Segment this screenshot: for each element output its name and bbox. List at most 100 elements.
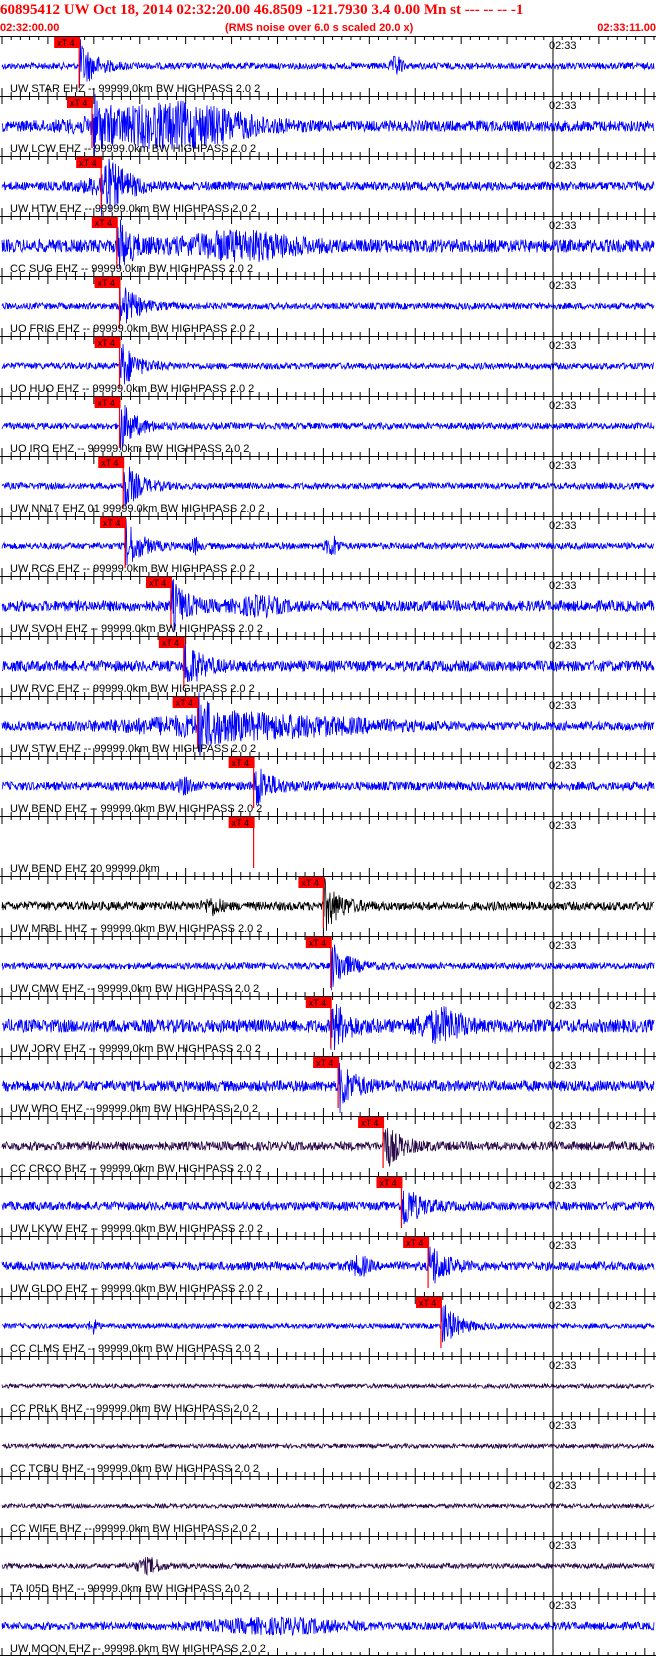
waveform-trace: [1, 1556, 655, 1576]
pick-label: xT 4: [98, 398, 115, 408]
station-label: UW BEND EHZ -- 99999.0km BW HIGHPASS 2.0…: [10, 803, 262, 815]
station-label: UW SVOH EHZ -- 99999.0km BW HIGHPASS 2.0…: [10, 623, 263, 635]
trace-panel: 02:33 xT 4 UW RVC EHZ -- 99999.0km BW HIGH…: [0, 636, 656, 696]
waveform-trace: [1, 768, 655, 806]
rms-note: (RMS noise over 6.0 s scaled 20.0 x): [225, 22, 414, 34]
pick-label: xT 4: [98, 338, 115, 348]
trace-panel: 02:33 xT 4 UW LCW EHZ -- 99999.0km BW HIGH…: [0, 93, 656, 159]
pick-label: xT 4: [149, 578, 166, 588]
minute-marker-label: 02:33: [549, 160, 577, 172]
pick-label: xT 4: [101, 458, 118, 468]
pick-label: xT 4: [79, 158, 96, 168]
minute-marker-label: 02:33: [549, 820, 577, 832]
trace-panel: 02:33 xT 4 UW NN17 EHZ 01 99999.0km BW HIG…: [0, 456, 656, 516]
trace-panel: 02:33 xT 4 UW BEND EHZ -- 99999.0km BW HIG…: [0, 756, 656, 816]
station-label: UW CMW EHZ -- 99999.0km BW HIGHPASS 2.0 …: [10, 983, 259, 995]
station-label: UW LKVW EHZ -- 99999.0km BW HIGHPASS 2.0…: [10, 1223, 263, 1235]
trace-panel: 02:33 UW MOON EHZ -- 99998.0km BW HIGHPAS…: [0, 1596, 656, 1656]
trace-panel: 02:33 xT 4 UW STW EHZ -- 99999.0km BW HIGH…: [0, 692, 656, 757]
pick-label: xT 4: [103, 518, 120, 528]
trace-panel: 02:33 xT 4 UW STAR EHZ -- 99999.0km BW HIG…: [0, 36, 656, 96]
minute-marker-label: 02:33: [549, 700, 577, 712]
trace-panel: 02:33 xT 4 UW RCS EHZ -- 99999.0km BW HIGH…: [0, 516, 656, 576]
minute-marker-label: 02:33: [549, 880, 577, 892]
trace-panel: 02:33 xT 4 CC SUG EHZ -- 99999.0km BW HIGH…: [0, 216, 656, 276]
minute-marker-label: 02:33: [549, 40, 577, 52]
station-label: CC CRCO BHZ -- 99999.0km BW HIGHPASS 2.0…: [10, 1163, 262, 1175]
pick-label: xT 4: [309, 938, 326, 948]
station-label: UW LCW EHZ -- 99999.0km BW HIGHPASS 2.0 …: [10, 143, 256, 155]
minute-marker-label: 02:33: [549, 1420, 577, 1432]
minute-marker-label: 02:33: [549, 1180, 577, 1192]
pick-label: xT 4: [232, 758, 249, 768]
station-label: UW RVC EHZ -- 99999.0km BW HIGHPASS 2.0 …: [10, 683, 255, 695]
waveform-trace: [1, 1616, 655, 1637]
waveform-trace: [1, 1502, 655, 1510]
pick-label: xT 4: [98, 278, 115, 288]
trace-panel: 02:33 xT 4 UO IRO EHZ -- 99999.0km BW HIGH…: [0, 396, 656, 456]
pick-label: xT 4: [162, 638, 179, 648]
trace-panel: 02:33 xT 4 UW SVOH EHZ -- 99999.0km BW HIG…: [0, 576, 656, 636]
station-label: UW JORV EHZ -- 99999.0km BW HIGHPASS 2.0…: [10, 1043, 261, 1055]
trace-panel: 02:33 CC PRLK BHZ -- 99999.0km BW HIGHPAS…: [0, 1356, 656, 1416]
pick-label: xT 4: [309, 998, 326, 1008]
minute-marker-label: 02:33: [549, 520, 577, 532]
station-label: UW STAR EHZ -- 99999.0km BW HIGHPASS 2.0…: [10, 83, 260, 95]
trace-panel: 02:33 xT 4 UW GLDO EHZ -- 99999.0km BW HIG…: [0, 1236, 656, 1296]
minute-marker-label: 02:33: [549, 1060, 577, 1072]
minute-marker-label: 02:33: [549, 1480, 577, 1492]
trace-panel: 02:33 xT 4 UO HUO EHZ -- 99999.0km BW HIGH…: [0, 336, 656, 396]
end-time-label: 02:33:11.00: [597, 22, 656, 34]
minute-marker-label: 02:33: [549, 1000, 577, 1012]
station-label: CC PRLK BHZ -- 99999.0km BW HIGHPASS 2.0…: [10, 1403, 258, 1415]
minute-marker-label: 02:33: [549, 340, 577, 352]
minute-marker-label: 02:33: [549, 1120, 577, 1132]
pick-label: xT 4: [95, 218, 112, 228]
waveform-trace: [1, 1382, 655, 1390]
pick-label: xT 4: [57, 38, 74, 48]
waveform-trace: [1, 466, 655, 507]
waveform-trace: [1, 1127, 655, 1167]
pick-label: xT 4: [232, 818, 249, 828]
pick-label: xT 4: [176, 698, 193, 708]
minute-marker-label: 02:33: [549, 100, 577, 112]
pick-label: xT 4: [301, 878, 318, 888]
minute-marker-label: 02:33: [549, 220, 577, 232]
trace-panel: 02:33 xT 4 UW MRBL HHZ -- 99999.0km BW HIG…: [0, 876, 656, 936]
station-label: UW HTW EHZ -- 99999.0km BW HIGHPASS 2.0 …: [10, 203, 257, 215]
minute-marker-label: 02:33: [549, 280, 577, 292]
minute-marker-label: 02:33: [549, 1300, 577, 1312]
pick-label: xT 4: [316, 1058, 333, 1068]
waveform-trace: [1, 1442, 655, 1450]
pick-label: xT 4: [406, 1238, 423, 1248]
minute-marker-label: 02:33: [549, 580, 577, 592]
trace-panel: 02:33 xT 4 UW WPO EHZ -- 99999.0km BW HIGH…: [0, 1056, 656, 1116]
minute-marker-label: 02:33: [549, 760, 577, 772]
page-title: 60895412 UW Oct 18, 2014 02:32:20.00 46.…: [0, 2, 524, 18]
station-label: UW NN17 EHZ 01 99999.0km BW HIGHPASS 2.0…: [10, 503, 265, 515]
trace-panel: 02:33 xT 4 UW JORV EHZ -- 99999.0km BW HIG…: [0, 996, 656, 1056]
station-label: UW GLDO EHZ -- 99999.0km BW HIGHPASS 2.0…: [10, 1283, 263, 1295]
minute-marker-label: 02:33: [549, 640, 577, 652]
minute-marker-label: 02:33: [549, 400, 577, 412]
station-label: TA I05D BHZ -- 99999.0km BW HIGHPASS 2.0…: [10, 1583, 249, 1595]
minute-marker-label: 02:33: [549, 1540, 577, 1552]
trace-panel: 02:33 CC WIFE BHZ -- 99999.0km BW HIGHPAS…: [0, 1476, 656, 1536]
minute-marker-label: 02:33: [549, 940, 577, 952]
minute-marker-label: 02:33: [549, 1360, 577, 1372]
station-label: CC SUG EHZ -- 99999.0km BW HIGHPASS 2.0 …: [10, 263, 253, 275]
trace-panel: 02:33 xT 4 UW BEND EHZ 20 99999.0km: [0, 816, 656, 876]
trace-panel: 02:33 TA I05D BHZ -- 99999.0km BW HIGHPAS…: [0, 1536, 656, 1596]
station-label: UW STW EHZ -- 99999.0km BW HIGHPASS 2.0 …: [10, 743, 256, 755]
trace-panel: 02:33 xT 4 CC CLMS EHZ -- 99999.0km BW HIG…: [0, 1296, 656, 1356]
trace-panel: 02:33 CC TCBU BHZ -- 99999.0km BW HIGHPAS…: [0, 1416, 656, 1476]
station-label: CC CLMS EHZ -- 99999.0km BW HIGHPASS 2.0…: [10, 1343, 260, 1355]
pick-label: xT 4: [361, 1118, 378, 1128]
station-label: CC WIFE BHZ -- 99999.0km BW HIGHPASS 2.0…: [10, 1523, 257, 1535]
station-label: UW MOON EHZ -- 99998.0km BW HIGHPASS 2.0…: [10, 1643, 266, 1655]
station-label: UW RCS EHZ -- 99999.0km BW HIGHPASS 2.0 …: [10, 563, 255, 575]
trace-panel: 02:33 xT 4 UW HTW EHZ -- 99999.0km BW HIGH…: [0, 156, 656, 216]
trace-panel: 02:33 xT 4 UW CMW EHZ -- 99999.0km BW HIGH…: [0, 936, 656, 996]
seismogram-plot: 02:33 xT 4 UW STAR EHZ -- 99999.0km BW HIG…: [0, 36, 656, 1656]
minute-marker-label: 02:33: [549, 1600, 577, 1612]
